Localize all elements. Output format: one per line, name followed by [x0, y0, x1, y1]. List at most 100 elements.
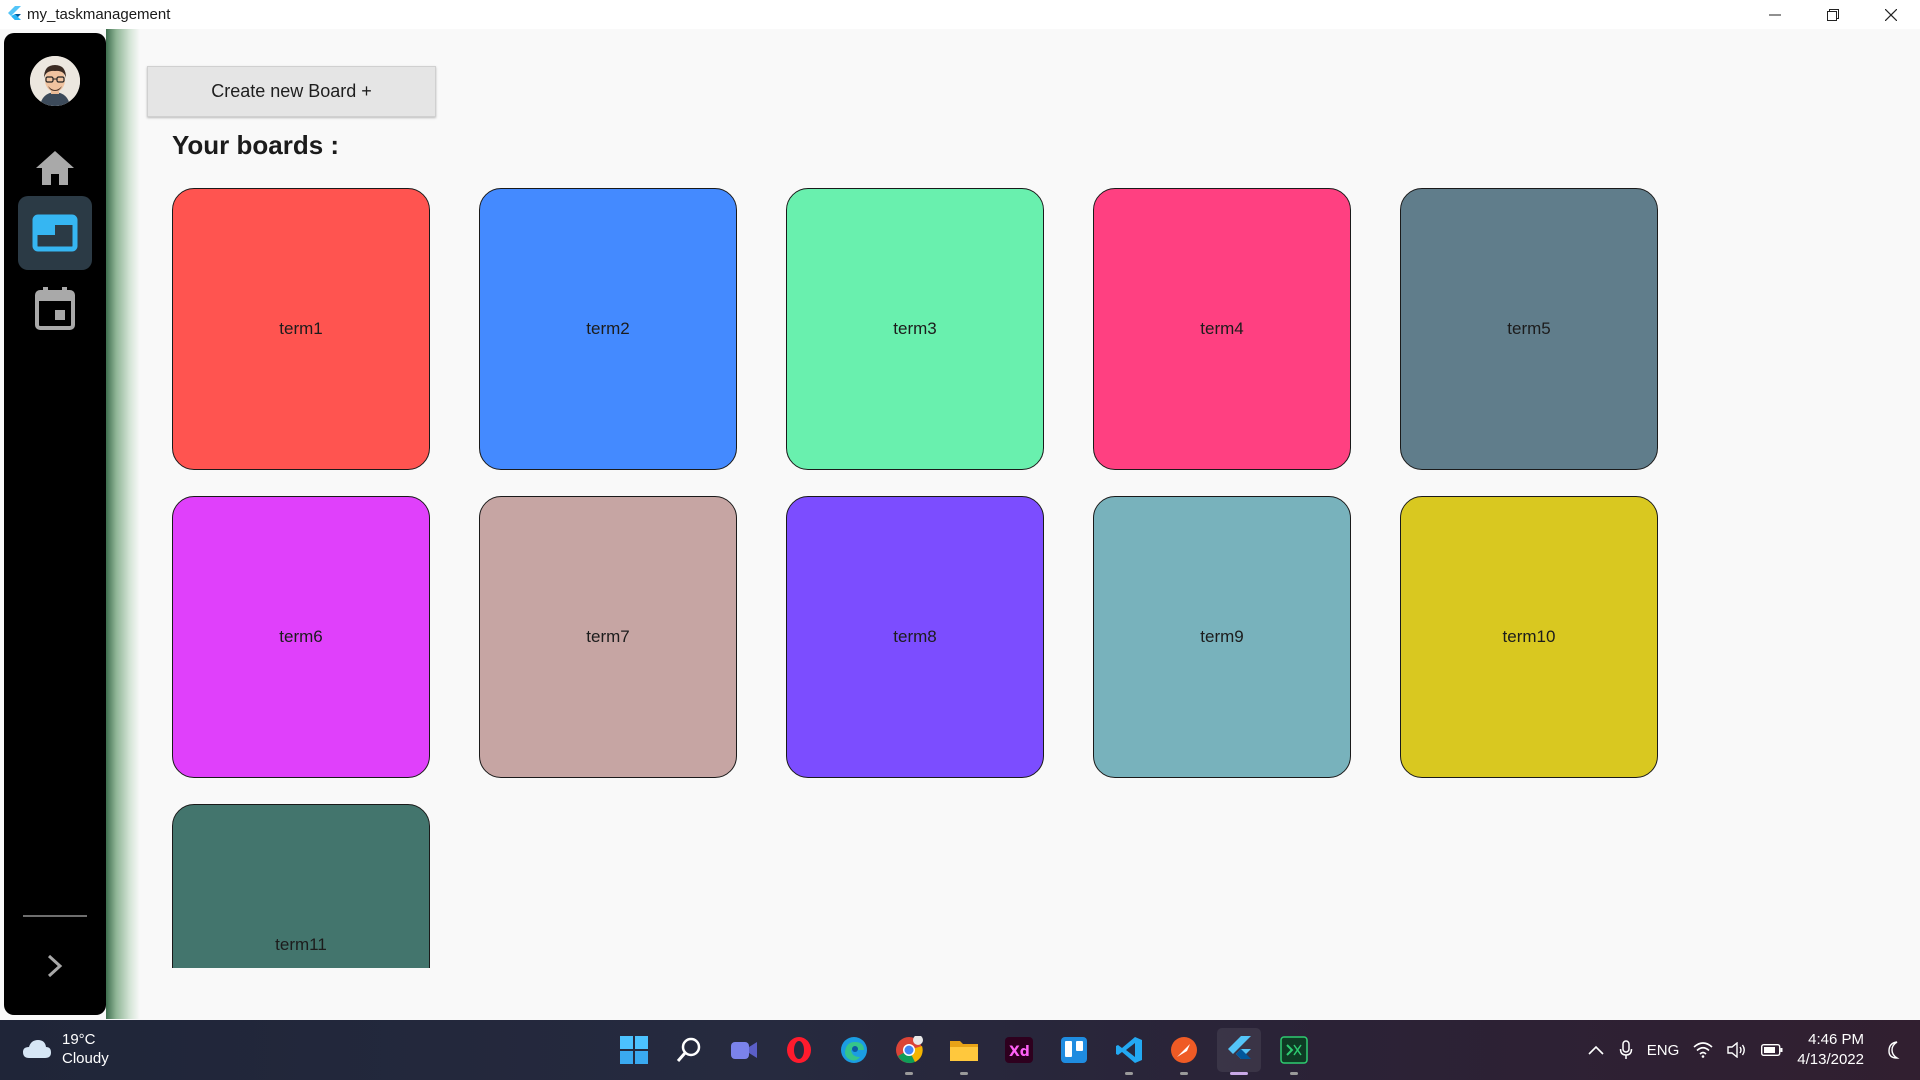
weather-condition: Cloudy: [62, 1050, 109, 1067]
board-card-label: term1: [279, 319, 323, 338]
restore-button[interactable]: [1804, 0, 1862, 29]
moon-icon: [1888, 1041, 1900, 1059]
running-indicator: [905, 1072, 913, 1075]
calendar-icon: [35, 287, 75, 330]
taskbar-teams[interactable]: [722, 1028, 766, 1072]
board-card-label: term8: [893, 627, 937, 646]
terminal-icon: [1280, 1036, 1308, 1064]
home-icon: [36, 151, 74, 185]
volume-icon: [1727, 1042, 1746, 1058]
board-card-label: term5: [1507, 319, 1551, 338]
taskbar-search[interactable]: [667, 1028, 711, 1072]
board-card[interactable]: term5: [1400, 188, 1658, 470]
microphone-icon: [1619, 1040, 1632, 1059]
running-indicator: [1180, 1072, 1188, 1075]
language-indicator[interactable]: ENG: [1647, 1042, 1680, 1059]
board-card[interactable]: term3: [786, 188, 1044, 470]
clock[interactable]: 4:46 PM 4/13/2022: [1797, 1030, 1864, 1070]
trello-icon: [1061, 1037, 1087, 1063]
wifi-button[interactable]: [1693, 1042, 1713, 1058]
volume-button[interactable]: [1727, 1042, 1747, 1058]
chevron-right-icon: [47, 954, 63, 978]
cloud-icon: [23, 1040, 51, 1058]
edge-icon: [841, 1037, 867, 1063]
show-hidden-icons-button[interactable]: [1587, 1044, 1605, 1056]
search-icon: [676, 1037, 701, 1062]
board-card[interactable]: term10: [1400, 496, 1658, 778]
board-card-label: term3: [893, 319, 937, 338]
chevron-up-icon: [1588, 1045, 1604, 1055]
title-bar: my_taskmanagement: [0, 0, 1920, 29]
taskbar-adobe-xd[interactable]: Xd: [997, 1028, 1041, 1072]
weather-widget[interactable]: 19°C Cloudy: [22, 1030, 109, 1068]
battery-button[interactable]: [1761, 1044, 1783, 1056]
clock-time: 4:46 PM: [1808, 1031, 1864, 1048]
battery-icon: [1761, 1044, 1783, 1056]
window-title: my_taskmanagement: [27, 6, 171, 23]
board-card-label: term10: [1502, 627, 1556, 646]
system-tray: ENG 4:46 PM 4/13/2022: [1587, 1020, 1920, 1080]
board-card[interactable]: term7: [479, 496, 737, 778]
board-card-label: term4: [1200, 319, 1244, 338]
file-explorer-icon: [950, 1041, 978, 1061]
board-card[interactable]: term9: [1093, 496, 1351, 778]
microphone-button[interactable]: [1619, 1040, 1633, 1060]
start-button[interactable]: [612, 1028, 656, 1072]
notifications-button[interactable]: [1886, 1041, 1902, 1059]
vscode-icon: [1116, 1037, 1142, 1063]
sidebar-shadow: [106, 29, 140, 1019]
opera-icon: [787, 1037, 811, 1063]
sidebar-divider: [23, 915, 87, 917]
minimize-button[interactable]: [1746, 0, 1804, 29]
board-card[interactable]: term6: [172, 496, 430, 778]
svg-text:Xd: Xd: [1009, 1044, 1030, 1060]
start-icon: [620, 1036, 648, 1064]
minimize-icon: [1769, 14, 1781, 15]
taskbar-terminal[interactable]: [1272, 1028, 1316, 1075]
postman-icon: [1171, 1037, 1197, 1063]
board-card[interactable]: term4: [1093, 188, 1351, 470]
sidebar-expand-button[interactable]: [37, 948, 73, 984]
taskbar-chrome[interactable]: [887, 1028, 931, 1075]
avatar[interactable]: [30, 56, 80, 106]
board-card[interactable]: term8: [786, 496, 1044, 778]
board-card[interactable]: term11: [172, 804, 430, 968]
taskbar-file-explorer[interactable]: [942, 1028, 986, 1075]
clock-date: 4/13/2022: [1797, 1051, 1864, 1068]
nav-calendar[interactable]: [18, 271, 92, 345]
board-card[interactable]: term1: [172, 188, 430, 470]
taskbar-edge[interactable]: [832, 1028, 876, 1072]
wifi-icon: [1693, 1042, 1713, 1058]
boards-grid: term1 term2 term3 term4 term5 term6 term7 term8…: [172, 188, 1658, 968]
page-title: Your boards :: [172, 130, 340, 160]
nav-home[interactable]: [18, 131, 92, 205]
board-icon: [32, 214, 78, 252]
board-card-label: term2: [586, 319, 630, 338]
board-card[interactable]: term2: [479, 188, 737, 470]
taskbar-apps: Xd: [612, 1028, 1327, 1075]
board-card-label: term6: [279, 627, 323, 646]
teams-icon: [731, 1042, 757, 1059]
weather-temp: 19°C: [62, 1031, 96, 1048]
taskbar-postman[interactable]: [1162, 1028, 1206, 1075]
running-indicator: [1230, 1072, 1248, 1075]
board-card-label: term11: [275, 935, 327, 954]
boards-scroll-area[interactable]: term1 term2 term3 term4 term5 term6 term7 term8…: [160, 180, 1680, 968]
board-card-label: term9: [1200, 627, 1244, 646]
nav-boards[interactable]: [18, 196, 92, 270]
running-indicator: [960, 1072, 968, 1075]
taskbar-opera[interactable]: [777, 1028, 821, 1072]
create-board-button[interactable]: Create new Board +: [147, 66, 436, 117]
flutter-icon: [1228, 1036, 1251, 1059]
running-indicator: [1290, 1072, 1298, 1075]
adobe-xd-icon: Xd: [1005, 1037, 1033, 1063]
taskbar-vscode[interactable]: [1107, 1028, 1151, 1075]
chrome-icon: [896, 1036, 923, 1064]
close-button[interactable]: [1862, 0, 1920, 29]
sidebar: [4, 33, 106, 1015]
taskbar: 19°C Cloudy Xd ENG 4:46 PM 4/13/2022: [0, 1020, 1920, 1080]
taskbar-trello[interactable]: [1052, 1028, 1096, 1072]
taskbar-flutter[interactable]: [1217, 1028, 1261, 1075]
board-card-label: term7: [586, 627, 630, 646]
close-icon: [1885, 8, 1897, 21]
